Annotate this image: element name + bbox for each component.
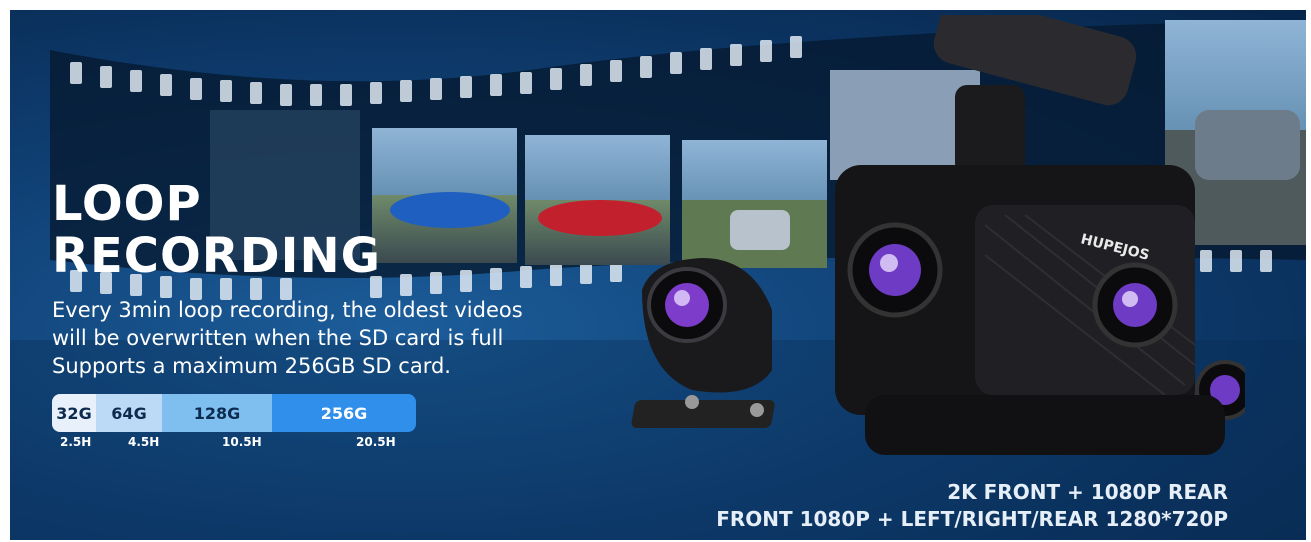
hours-128g: 10.5H (222, 435, 262, 449)
description-line-1: Every 3min loop recording, the oldest vi… (52, 298, 523, 322)
capacity-64g: 64G (96, 394, 162, 432)
headline-line-1: LOOP (52, 176, 202, 232)
capacity-256g: 256G (272, 394, 416, 432)
hours-32g: 2.5H (60, 435, 92, 449)
headline-line-2: RECORDING (52, 228, 382, 284)
description-line-3: Supports a maximum 256GB SD card. (52, 354, 451, 378)
headline: LOOP RECORDING (52, 178, 381, 282)
rear-camera-image (631, 258, 775, 428)
loop-recording-banner: LOOP RECORDING Every 3min loop recording… (10, 10, 1306, 540)
description: Every 3min loop recording, the oldest vi… (52, 296, 552, 380)
storage-capacity-bar: 32G 64G 128G 256G (52, 394, 416, 432)
hours-64g: 4.5H (128, 435, 160, 449)
spec-line-1: 2K FRONT + 1080P REAR (947, 480, 1228, 504)
main-dashcam-image: HUPEJOS (835, 15, 1245, 455)
spec-line-2: FRONT 1080P + LEFT/RIGHT/REAR 1280*720P (716, 507, 1228, 531)
capacity-128g: 128G (162, 394, 272, 432)
capacity-32g: 32G (52, 394, 96, 432)
description-line-2: will be overwritten when the SD card is … (52, 326, 504, 350)
hours-256g: 20.5H (356, 435, 396, 449)
